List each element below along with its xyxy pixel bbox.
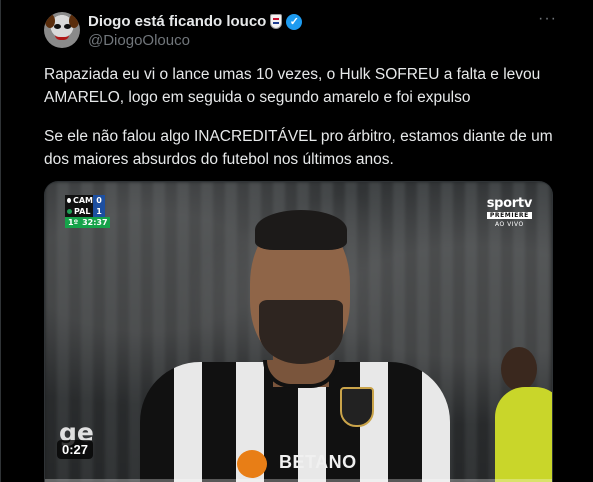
- club-crest-icon: [340, 387, 374, 427]
- more-options-icon[interactable]: ···: [538, 10, 557, 28]
- tweet-text-paragraph-2: Se ele não falou algo INACREDITÁVEL pro …: [44, 128, 553, 168]
- away-score: 1: [93, 206, 105, 217]
- referee-shirt: [495, 387, 552, 482]
- live-label: AO VIVO: [494, 221, 524, 228]
- avatar-eye-right: [64, 24, 71, 29]
- tweet-card[interactable]: Diogo está ficando louco ✓ @DiogoOlouco …: [0, 0, 593, 482]
- away-team: PAL: [74, 207, 91, 216]
- match-clock: 1º 32:37: [65, 217, 110, 228]
- avatar-eye-left: [54, 24, 61, 29]
- sportv-logo: sportv: [486, 196, 533, 211]
- player-hair: [255, 210, 347, 250]
- home-score: 0: [93, 195, 105, 206]
- tweet-text-paragraph-1: Rapaziada eu vi o lance umas 10 vezes, o…: [44, 66, 541, 106]
- video-timecode: 0:27: [57, 440, 94, 459]
- home-team-crest-icon: [67, 198, 71, 203]
- scoreboard-home-row: CAM 0: [65, 195, 110, 206]
- referee-head: [501, 347, 537, 391]
- club-badge-icon: [270, 14, 283, 29]
- verified-check-icon: ✓: [286, 13, 303, 30]
- premiere-label: PREMIERE: [486, 212, 532, 219]
- shirt-sponsor: BETANO: [279, 452, 357, 472]
- match-time: 32:37: [82, 218, 108, 227]
- match-period: 1º: [68, 218, 79, 227]
- avatar-mouth: [55, 35, 69, 40]
- scoreboard: CAM 0 PAL 1 1º 32:37: [65, 195, 110, 228]
- author-handle[interactable]: @DiogoOlouco: [88, 32, 190, 49]
- away-team-crest-icon: [67, 209, 72, 214]
- broadcaster-logo: sportv PREMIERE AO VIVO: [486, 196, 533, 228]
- video-player[interactable]: BETANO CAM 0 PAL 1 1º 32:37 sportv PREMI…: [44, 181, 553, 482]
- author-display-name[interactable]: Diogo está ficando louco: [88, 13, 266, 30]
- scoreboard-away-row: PAL 1: [65, 206, 110, 217]
- avatar[interactable]: [44, 12, 80, 48]
- author-name-row[interactable]: Diogo está ficando louco ✓: [88, 13, 303, 30]
- home-team: CAM: [72, 196, 93, 205]
- player-beard: [259, 300, 343, 364]
